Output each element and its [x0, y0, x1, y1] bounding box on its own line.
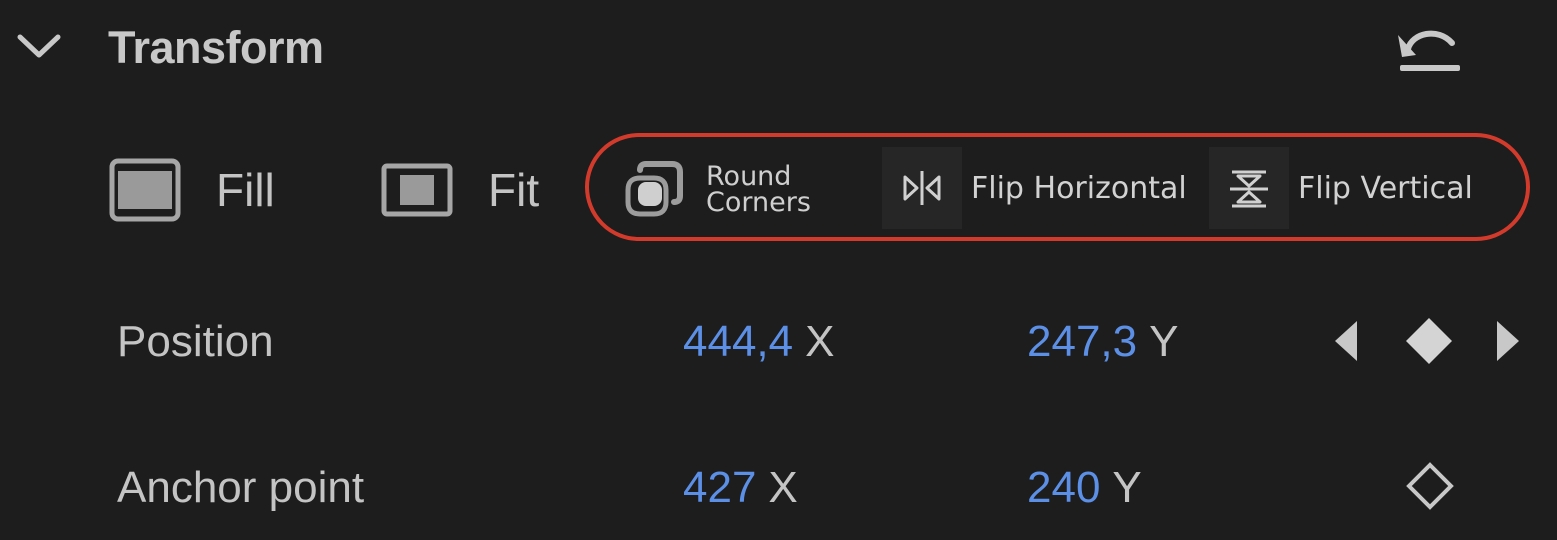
fit-label: Fit: [488, 164, 540, 216]
add-keyframe-button[interactable]: [1398, 310, 1460, 372]
position-y-axis: Y: [1149, 317, 1179, 366]
fill-frame-icon: [109, 158, 181, 222]
position-x-value[interactable]: 444,4: [683, 314, 793, 370]
flip-horizontal-label: Flip Horizontal: [971, 170, 1187, 206]
anchor-x-field[interactable]: 427 X: [683, 460, 798, 516]
fill-button[interactable]: Fill: [108, 150, 275, 230]
chevron-down-icon: [17, 34, 61, 58]
anchor-x-axis: X: [768, 463, 798, 512]
flip-vertical-button[interactable]: Flip Vertical: [1209, 147, 1473, 229]
fill-label: Fill: [216, 164, 275, 216]
anchor-y-axis: Y: [1112, 463, 1142, 512]
round-corners-icon: [625, 161, 683, 217]
position-y-field[interactable]: 247,3 Y: [1027, 314, 1178, 370]
round-corners-button[interactable]: Round Corners: [620, 150, 811, 230]
round-corners-label-line2: Corners: [706, 187, 811, 218]
next-keyframe-button[interactable]: [1488, 316, 1528, 366]
anchor-y-value[interactable]: 240: [1027, 460, 1100, 516]
position-x-axis: X: [805, 317, 835, 366]
flip-horizontal-button[interactable]: Flip Horizontal: [882, 147, 1187, 229]
position-label: Position: [117, 317, 274, 366]
collapse-toggle[interactable]: [14, 26, 64, 66]
next-keyframe-icon: [1497, 321, 1519, 361]
section-title: Transform: [108, 22, 324, 73]
position-y-value[interactable]: 247,3: [1027, 314, 1137, 370]
add-keyframe-icon: [1406, 318, 1452, 364]
position-x-field[interactable]: 444,4 X: [683, 314, 834, 370]
anchor-x-value[interactable]: 427: [683, 460, 756, 516]
fit-frame-icon: [381, 163, 453, 217]
flip-vertical-label: Flip Vertical: [1298, 170, 1473, 206]
anchor-y-field[interactable]: 240 Y: [1027, 460, 1142, 516]
keyframe-toggle-icon: [1406, 462, 1454, 510]
reset-button[interactable]: [1390, 18, 1468, 78]
anchor-point-label: Anchor point: [117, 463, 365, 512]
previous-keyframe-button[interactable]: [1326, 316, 1366, 366]
anchor-keyframe-toggle[interactable]: [1400, 456, 1460, 516]
flip-vertical-icon: [1230, 170, 1268, 208]
previous-keyframe-icon: [1335, 321, 1357, 361]
reset-undo-icon: [1398, 30, 1460, 71]
flip-horizontal-icon: [903, 171, 941, 205]
fit-button[interactable]: Fit: [380, 150, 539, 230]
